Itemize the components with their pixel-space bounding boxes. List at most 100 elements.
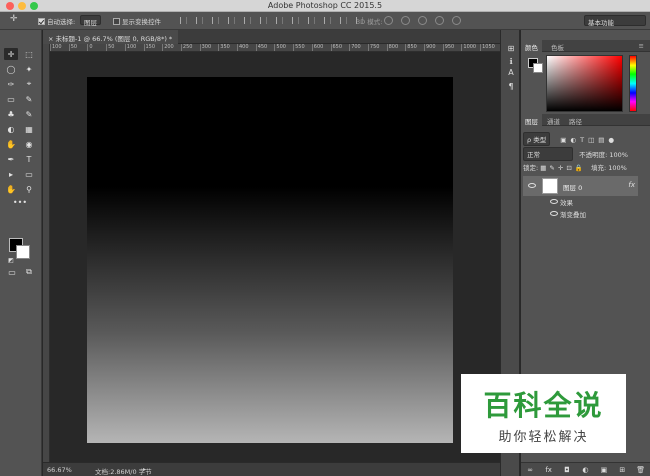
- add-style-icon[interactable]: fx: [544, 466, 553, 474]
- adjustment-layer-icon[interactable]: ◐: [581, 466, 590, 474]
- brush-tool-icon[interactable]: ✎: [22, 93, 36, 105]
- opacity-value[interactable]: 100%: [609, 151, 628, 159]
- gradient-overlay-label[interactable]: 渐变叠加: [560, 209, 586, 219]
- history-brush-tool-icon[interactable]: ✎: [22, 108, 36, 120]
- type-tool-icon[interactable]: T: [22, 153, 36, 165]
- layer-thumbnail[interactable]: [542, 178, 558, 194]
- 3d-roll-icon[interactable]: [401, 16, 410, 25]
- delete-layer-icon[interactable]: 🗑: [636, 466, 645, 474]
- align-vcenter-icon[interactable]: [196, 17, 203, 24]
- distribute-left-icon[interactable]: [324, 17, 331, 24]
- magic-wand-tool-icon[interactable]: ✦: [22, 63, 36, 75]
- auto-select-value[interactable]: 图层: [80, 15, 101, 27]
- tab-channels[interactable]: 通道: [543, 114, 564, 126]
- eyedropper-tool-icon[interactable]: ⌖: [22, 78, 36, 90]
- dodge-tool-icon[interactable]: ◉: [22, 138, 36, 150]
- quick-mask-icon[interactable]: ▭: [5, 266, 19, 278]
- 3d-rotate-icon[interactable]: [384, 16, 393, 25]
- character-panel-icon[interactable]: A: [506, 68, 516, 78]
- distribute-top-icon[interactable]: [276, 17, 283, 24]
- screen-mode-icon[interactable]: ⧉: [22, 266, 36, 278]
- gradient-tool-icon[interactable]: ▦: [22, 123, 36, 135]
- background-color-swatch[interactable]: [16, 245, 30, 259]
- more-tools-icon[interactable]: •••: [6, 196, 34, 208]
- clone-stamp-tool-icon[interactable]: ♣: [4, 108, 18, 120]
- ruler-tick: 250: [180, 44, 193, 51]
- hue-slider[interactable]: [629, 55, 637, 112]
- new-group-icon[interactable]: ▣: [599, 466, 608, 474]
- path-selection-tool-icon[interactable]: ▸: [4, 168, 18, 180]
- zoom-level[interactable]: 66.67%: [47, 466, 72, 474]
- distribute-hcenter-icon[interactable]: [340, 17, 347, 24]
- blur-tool-icon[interactable]: ✋: [4, 138, 18, 150]
- horizontal-ruler[interactable]: 100 50 0 50 100 150 200 250 300 350 400 450 500 550 60…: [50, 44, 500, 52]
- hand-tool-icon[interactable]: ✋: [4, 183, 18, 195]
- tab-layers[interactable]: 图层: [521, 114, 542, 126]
- layer-filter-dropdown[interactable]: ρ 类型: [523, 132, 551, 146]
- move-tool-icon[interactable]: ✛: [10, 14, 18, 24]
- options-bar: ✛ 自动选择: 图层 显示变换控件 3D 模式: 基本功能: [0, 12, 650, 30]
- add-mask-icon[interactable]: ◘: [563, 466, 572, 474]
- tab-close-icon[interactable]: ×: [48, 35, 53, 43]
- ruler-tick: 750: [367, 44, 380, 51]
- gradient-overlay-eye-icon[interactable]: [550, 211, 558, 216]
- ruler-tick: 200: [162, 44, 174, 51]
- tab-swatches[interactable]: 色板: [547, 40, 568, 52]
- show-transform-option[interactable]: 显示变换控件: [113, 16, 161, 26]
- effects-label: 效果: [560, 199, 573, 207]
- panel-background-swatch[interactable]: [533, 63, 543, 73]
- healing-brush-tool-icon[interactable]: ▭: [4, 93, 18, 105]
- lasso-tool-icon[interactable]: ◯: [4, 63, 18, 75]
- rectangle-tool-icon[interactable]: ▭: [22, 168, 36, 180]
- zoom-tool-icon[interactable]: ⚲: [22, 183, 36, 195]
- distribute-bottom-icon[interactable]: [308, 17, 315, 24]
- auto-select-dropdown[interactable]: 图层: [80, 15, 101, 27]
- color-panel-menu-icon[interactable]: ≡: [635, 40, 648, 52]
- 3d-pan-icon[interactable]: [418, 16, 427, 25]
- align-left-icon[interactable]: [228, 17, 235, 24]
- fill-value[interactable]: 100%: [608, 164, 627, 172]
- new-layer-icon[interactable]: ⊞: [618, 466, 627, 474]
- align-hcenter-icon[interactable]: [244, 17, 251, 24]
- layer-fx-icon[interactable]: fx: [628, 181, 635, 189]
- history-panel-icon[interactable]: ⊞: [506, 44, 516, 54]
- status-menu-icon[interactable]: ▸: [143, 466, 146, 473]
- effects-eye-icon[interactable]: [550, 199, 558, 204]
- pen-tool-icon[interactable]: ✒: [4, 153, 18, 165]
- ruler-tick: 400: [237, 44, 249, 51]
- paragraph-panel-icon[interactable]: ¶: [506, 82, 516, 92]
- align-bottom-icon[interactable]: [212, 17, 219, 24]
- watermark-subtitle: 助你轻松解决: [498, 430, 589, 445]
- show-transform-checkbox[interactable]: [113, 18, 120, 25]
- auto-select-option[interactable]: 自动选择:: [38, 16, 75, 26]
- tab-color[interactable]: 颜色: [521, 40, 542, 52]
- auto-select-checkbox[interactable]: [38, 18, 45, 25]
- default-colors-icon[interactable]: ◩: [7, 254, 15, 266]
- info-panel-icon[interactable]: ℹ: [506, 57, 516, 67]
- eraser-tool-icon[interactable]: ◐: [4, 123, 18, 135]
- align-top-icon[interactable]: [180, 17, 187, 24]
- color-field[interactable]: [546, 55, 623, 112]
- tab-paths[interactable]: 路径: [565, 114, 586, 126]
- lock-icons[interactable]: ▦✎✛⊡🔒: [540, 164, 586, 172]
- 3d-scale-icon[interactable]: [452, 16, 461, 25]
- layer-name[interactable]: 图层 0: [563, 182, 582, 192]
- visibility-eye-icon[interactable]: [528, 183, 536, 188]
- filter-icons[interactable]: ▣◐T◫▤●: [560, 136, 618, 144]
- move-tool-icon[interactable]: ✛: [4, 48, 18, 60]
- link-layers-icon[interactable]: ∞: [526, 466, 535, 474]
- align-right-icon[interactable]: [260, 17, 267, 24]
- 3d-slide-icon[interactable]: [435, 16, 444, 25]
- show-transform-label: 显示变换控件: [122, 18, 161, 26]
- document-tab[interactable]: × 未标题-1 @ 66.7% (图层 0, RGB/8*) *: [43, 30, 178, 44]
- ruler-tick: 150: [143, 44, 156, 51]
- blend-mode-dropdown[interactable]: 正常: [523, 147, 573, 161]
- ruler-tick: 950: [442, 44, 455, 51]
- marquee-tool-icon[interactable]: ⬚: [22, 48, 36, 60]
- layer-row[interactable]: 图层 0 fx: [523, 176, 638, 196]
- vertical-ruler[interactable]: [43, 44, 50, 462]
- distribute-vcenter-icon[interactable]: [292, 17, 299, 24]
- workspace-switcher[interactable]: 基本功能: [584, 15, 646, 27]
- crop-tool-icon[interactable]: ✑: [4, 78, 18, 90]
- document-canvas[interactable]: [87, 77, 453, 443]
